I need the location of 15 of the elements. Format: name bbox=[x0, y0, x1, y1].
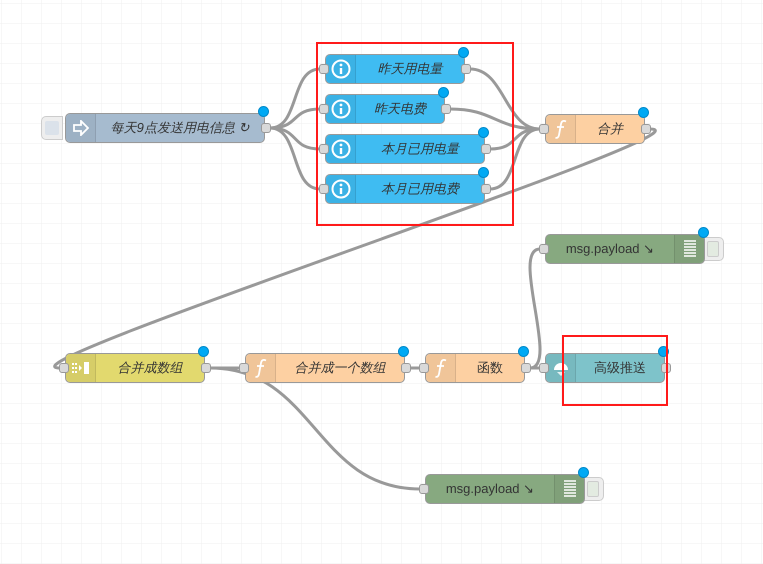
node-label: 昨天电费 bbox=[374, 100, 426, 118]
info-icon bbox=[330, 99, 350, 119]
node-label: 昨天用电量 bbox=[378, 60, 442, 78]
input-port[interactable] bbox=[319, 104, 329, 114]
info-icon bbox=[330, 59, 350, 79]
input-port[interactable] bbox=[319, 64, 329, 74]
list-icon bbox=[562, 480, 576, 498]
list-icon bbox=[682, 240, 696, 258]
flow-node[interactable]: 昨天电费 bbox=[325, 94, 445, 124]
output-port[interactable] bbox=[441, 104, 451, 114]
node-label: msg.payload ↘ bbox=[446, 480, 534, 498]
input-port[interactable] bbox=[419, 484, 429, 494]
flow-node[interactable]: 昨天用电量 bbox=[325, 54, 465, 84]
flow-node[interactable]: msg.payload ↘ bbox=[425, 474, 585, 504]
output-port[interactable] bbox=[461, 64, 471, 74]
